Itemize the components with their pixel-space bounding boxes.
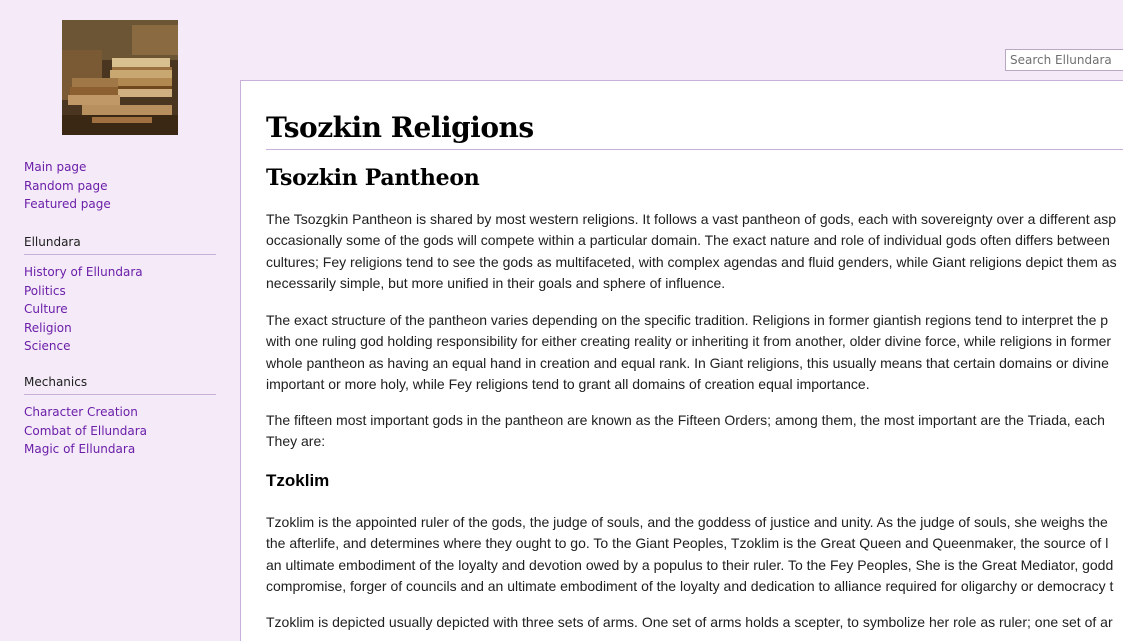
nav-science[interactable]: Science (24, 337, 216, 356)
paragraph-line: necessarily simple, but more unified in … (266, 274, 726, 291)
paragraph-line: the afterlife, and determines where they… (266, 535, 1109, 552)
paragraph-line: Tzoklim is depicted usually depicted wit… (266, 614, 1113, 630)
books-image (62, 20, 178, 135)
nav-main-page[interactable]: Main page (24, 158, 216, 177)
paragraph-line: They are: (266, 433, 326, 450)
article-content: Tsozkin Religions Tsozkin Pantheon The T… (240, 80, 1123, 641)
paragraph-line: Tzoklim is the appointed ruler of the go… (266, 514, 1108, 530)
nav-history-of-ellundara[interactable]: History of Ellundara (24, 263, 216, 282)
paragraph-line: The fifteen most important gods in the p… (266, 412, 1105, 428)
paragraph-line: The Tsozgkin Pantheon is shared by most … (266, 211, 1117, 227)
paragraph-line: cultures; Fey religions tend to see the … (266, 253, 1117, 270)
paragraph-line: with one ruling god holding responsibili… (266, 333, 1112, 350)
paragraph-line: important or more holy, while Fey religi… (266, 375, 870, 392)
nav-magic-of-ellundara[interactable]: Magic of Ellundara (24, 440, 216, 459)
paragraph-line: whole pantheon as having an equal hand i… (266, 354, 1109, 371)
search-input[interactable] (1005, 49, 1123, 71)
sidebar: Main page Random page Featured page Ellu… (0, 0, 240, 632)
nav-religion[interactable]: Religion (24, 319, 216, 338)
paragraph-fifteen-orders: The fifteen most important gods in the p… (266, 410, 1123, 453)
paragraph-tzoklim-depiction: Tzoklim is depicted usually depicted wit… (266, 612, 1123, 633)
main-navigation: Main page Random page Featured page (24, 158, 216, 214)
ellundara-navigation: Ellundara History of Ellundara Politics … (24, 235, 216, 356)
subsection-heading-tzoklim: Tzoklim (266, 471, 330, 490)
nav-random-page[interactable]: Random page (24, 177, 216, 196)
paragraph-pantheon-intro: The Tsozgkin Pantheon is shared by most … (266, 209, 1123, 294)
page-title: Tsozkin Religions (266, 111, 1123, 150)
nav-combat-of-ellundara[interactable]: Combat of Ellundara (24, 422, 216, 441)
paragraph-pantheon-structure: The exact structure of the pantheon vari… (266, 310, 1123, 395)
site-logo[interactable] (62, 20, 178, 135)
nav-character-creation[interactable]: Character Creation (24, 403, 216, 422)
nav-heading-ellundara: Ellundara (24, 235, 216, 255)
nav-featured-page[interactable]: Featured page (24, 195, 216, 214)
paragraph-line: compromise, forger of councils and an ul… (266, 577, 1114, 594)
paragraph-line: The exact structure of the pantheon vari… (266, 312, 1109, 328)
nav-heading-mechanics: Mechanics (24, 375, 216, 395)
paragraph-tzoklim-role: Tzoklim is the appointed ruler of the go… (266, 512, 1123, 597)
section-heading-tsozkin-pantheon: Tsozkin Pantheon (266, 165, 480, 191)
mechanics-navigation: Mechanics Character Creation Combat of E… (24, 375, 216, 459)
paragraph-line: an ultimate embodiment of the loyalty an… (266, 556, 1114, 573)
nav-politics[interactable]: Politics (24, 282, 216, 301)
paragraph-line: occasionally some of the gods will compe… (266, 232, 1110, 249)
nav-culture[interactable]: Culture (24, 300, 216, 319)
